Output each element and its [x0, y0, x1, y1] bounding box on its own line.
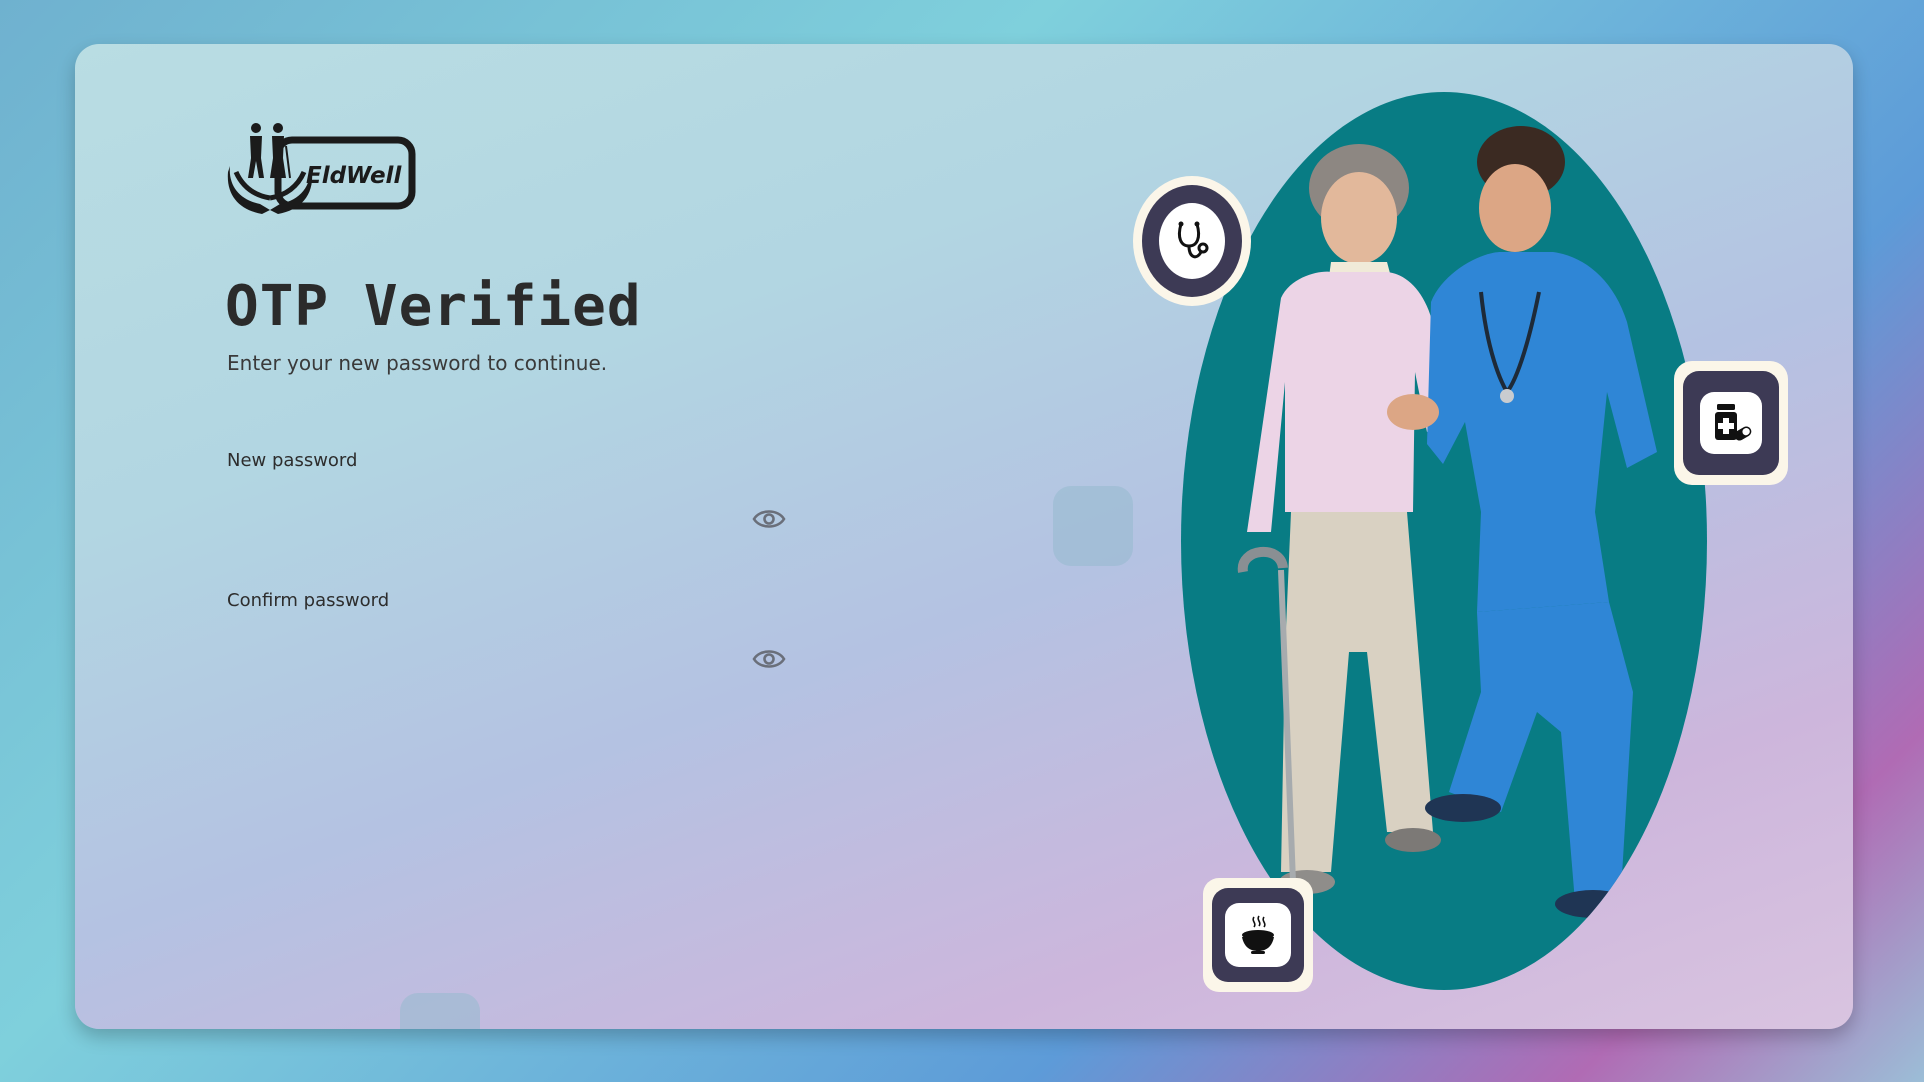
new-password-label: New password — [227, 450, 358, 471]
decorative-square — [1053, 486, 1133, 566]
caregiver-illustration — [1181, 92, 1707, 990]
stethoscope-icon — [1177, 221, 1209, 259]
eye-icon[interactable] — [752, 647, 786, 671]
auth-card: EldWell OTP Verified Enter your new pass… — [75, 44, 1853, 1029]
medicine-bottle-icon — [1715, 404, 1752, 441]
eldwell-logo: EldWell — [227, 123, 416, 214]
page-title: OTP Verified — [225, 274, 642, 339]
page-subtitle: Enter your new password to continue. — [227, 351, 608, 375]
confirm-password-label: Confirm password — [227, 590, 390, 611]
food-badge — [1203, 878, 1313, 992]
caregiver-image — [1237, 126, 1657, 918]
eye-icon[interactable] — [752, 507, 786, 531]
food-bowl-icon — [1242, 915, 1274, 954]
medicine-badge — [1674, 361, 1788, 485]
stethoscope-badge — [1133, 176, 1251, 306]
bottom-edge — [0, 1082, 1928, 1088]
logo-wordmark: EldWell — [306, 163, 402, 189]
decorative-square — [400, 993, 480, 1029]
right-edge — [1924, 0, 1928, 1088]
